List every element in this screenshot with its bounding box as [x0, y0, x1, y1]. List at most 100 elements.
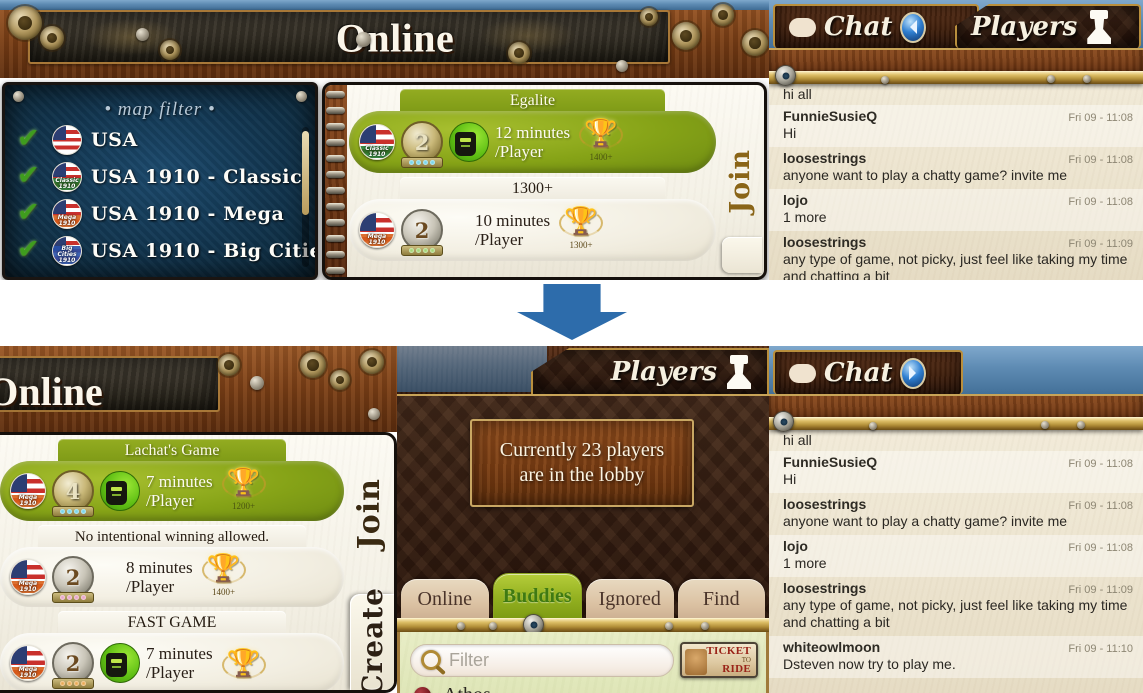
- game-row-body[interactable]: Mega 1910 2 8 minutes /Player 🏆 1400+: [0, 547, 344, 607]
- gold-rail: [397, 618, 769, 632]
- game-row-body[interactable]: Classic 1910 2 12 minutes /Player 🏆 1400…: [349, 111, 716, 173]
- chat-username[interactable]: whiteowlmoon: [783, 639, 880, 655]
- game-row[interactable]: FAST GAME Mega1910 2 7 minutes /Player: [0, 611, 344, 690]
- checkmark-icon[interactable]: [17, 234, 43, 265]
- game-duration: 7 minutes /Player: [146, 644, 213, 682]
- flag-variant-year: 1910: [58, 256, 76, 264]
- game-row-body[interactable]: Mega 1910 2 10 minutes /Player 🏆 1300+: [349, 199, 716, 261]
- chat-username[interactable]: loosestrings: [783, 150, 866, 166]
- banner-sky-strip: [0, 0, 790, 10]
- map-filter-item-usa-1910-classic[interactable]: Classic1910 USA 1910 - Classic: [5, 158, 315, 195]
- rivet-icon: [881, 76, 889, 84]
- tab-chat[interactable]: Chat: [773, 350, 963, 394]
- filter-input[interactable]: Filter: [410, 643, 674, 677]
- ticket-to-ride-logo: TICKET TO RIDE: [680, 642, 758, 678]
- chat-timestamp: Fri 09 - 11:08: [1068, 112, 1133, 124]
- map-filter-item-usa-1910-mega[interactable]: Mega1910 USA 1910 - Mega: [5, 195, 315, 232]
- game-duration-unit: /Player: [126, 577, 175, 596]
- chat-message: lojo Fri 09 - 11:08 1 more: [769, 189, 1143, 231]
- map-filter-scrollbar[interactable]: [302, 127, 309, 267]
- search-icon: [421, 650, 441, 670]
- tab-ignored[interactable]: Ignored: [586, 579, 674, 619]
- games-panel: Egalite Classic 1910 2 12 minutes /Player: [322, 82, 767, 280]
- checkmark-icon[interactable]: [17, 160, 43, 191]
- game-row[interactable]: No intentional winning allowed. Mega 1910…: [0, 525, 344, 607]
- game-row[interactable]: 1300+ Mega 1910 2 10 minutes /Player 🏆 1…: [349, 177, 716, 261]
- notebook-spiral: [325, 85, 347, 277]
- prev-arrow-icon[interactable]: [900, 11, 927, 43]
- gear-icon: [218, 354, 240, 376]
- chat-username[interactable]: lojo: [783, 192, 808, 208]
- chat-timestamp: Fri 09 - 11:08: [1068, 196, 1133, 208]
- map-filter-item-usa[interactable]: USA: [5, 121, 315, 158]
- tab-players[interactable]: Players: [955, 4, 1141, 48]
- chat-username[interactable]: FunnieSusieQ: [783, 454, 877, 470]
- join-label: Join: [724, 148, 756, 214]
- rivet-icon: [296, 91, 307, 102]
- chat-tabbar: Chat: [769, 346, 1143, 398]
- rivet-icon: [665, 622, 673, 630]
- create-button[interactable]: Create: [350, 587, 394, 690]
- gear-icon: [160, 40, 180, 60]
- join-button[interactable]: Join: [346, 439, 392, 589]
- chat-text: anyone want to play a chatty game? invit…: [783, 513, 1068, 529]
- game-row-body[interactable]: Mega 1910 4 7 minutes /Player 🏆 1200+: [0, 461, 344, 521]
- chat-message: loosestrings Fri 09 - 11:09 any type of …: [769, 577, 1143, 636]
- ttr-line1: TICKET: [706, 644, 751, 657]
- chat-message: loosestrings Fri 09 - 11:08 anyone want …: [769, 493, 1143, 535]
- game-duration-value: 8 minutes: [126, 558, 193, 577]
- chat-text: anyone want to play a chatty game? invit…: [783, 167, 1068, 183]
- tab-online[interactable]: Online: [401, 579, 489, 619]
- game-row[interactable]: Egalite Classic 1910 2 12 minutes /Player: [349, 89, 716, 173]
- game-row-body[interactable]: Mega 1910 2 7 minutes /Player 🏆: [0, 633, 344, 690]
- lobby-count-line1: Currently 23 players: [499, 439, 665, 461]
- tab-find[interactable]: Find: [677, 579, 765, 619]
- chat-message: FunnieSusieQ Fri 09 - 11:08 Hi: [769, 105, 1143, 147]
- chat-username[interactable]: loosestrings: [783, 580, 866, 596]
- chat-timestamp: Fri 09 - 11:08: [1068, 542, 1133, 554]
- chat-username[interactable]: loosestrings: [783, 496, 866, 512]
- down-arrow-icon: [517, 284, 627, 340]
- gear-icon: [672, 22, 700, 50]
- chat-username[interactable]: lojo: [783, 538, 808, 554]
- create-tab[interactable]: [722, 237, 762, 273]
- gear-icon: [508, 42, 530, 64]
- flag-variant-label: Big Cities: [57, 244, 77, 258]
- tab-players[interactable]: Players: [531, 348, 769, 396]
- checkmark-icon[interactable]: [17, 123, 43, 154]
- tab-chat-label: Chat: [824, 12, 893, 42]
- gear-icon: [8, 6, 42, 40]
- chat-panel: Chat Players hi all FunnieSusieQ Fri 09 …: [769, 0, 1143, 280]
- usa-flag-icon: Classic 1910: [52, 161, 82, 192]
- lobby-count-sign: Currently 23 players are in the lobby: [470, 419, 694, 507]
- game-duration-value: 7 minutes: [146, 644, 213, 663]
- chat-text: Dsteven now try to play me.: [783, 656, 956, 672]
- next-arrow-icon[interactable]: [900, 357, 927, 389]
- chat-username[interactable]: loosestrings: [783, 234, 866, 250]
- lobby-count-line2: are in the lobby: [519, 464, 645, 486]
- player-count-medallion: 2: [52, 556, 94, 603]
- map-filter-label: USA 1910 - Big Cities: [91, 239, 318, 262]
- chat-log[interactable]: hi all FunnieSusieQ Fri 09 - 11:08 Hi lo…: [769, 430, 1143, 693]
- players-window: Currently 23 players are in the lobby On…: [397, 394, 769, 693]
- game-duration: 8 minutes /Player: [126, 558, 193, 596]
- map-flag-icon: Mega 1910: [359, 212, 395, 248]
- join-label: Join: [351, 478, 387, 550]
- rank-label: 1300+: [569, 239, 593, 250]
- map-filter-label: USA 1910 - Mega: [91, 202, 285, 225]
- player-list-item[interactable]: Athos: [400, 680, 766, 693]
- chat-username[interactable]: FunnieSusieQ: [783, 108, 877, 124]
- map-filter-item-usa-1910-big-cities[interactable]: Big Cities1910 USA 1910 - Big Cities: [5, 232, 315, 269]
- app-screen: Online • map filter • USA Classic1910 US…: [0, 0, 1143, 693]
- game-row[interactable]: Lachat's Game Mega 1910 4 7 minutes /Play…: [0, 439, 344, 521]
- gear-icon: [742, 30, 768, 56]
- checkmark-icon[interactable]: [17, 197, 43, 228]
- tab-chat-label: Chat: [824, 358, 893, 388]
- game-duration-value: 12 minutes: [495, 123, 571, 142]
- tab-chat[interactable]: Chat: [773, 4, 979, 48]
- player-name: Athos: [443, 684, 491, 693]
- speech-bubble-icon: [789, 363, 816, 383]
- rail-knob: [773, 411, 794, 432]
- tab-buddies[interactable]: Buddies: [492, 573, 582, 619]
- chat-log[interactable]: hi all FunnieSusieQ Fri 09 - 11:08 Hi lo…: [769, 84, 1143, 280]
